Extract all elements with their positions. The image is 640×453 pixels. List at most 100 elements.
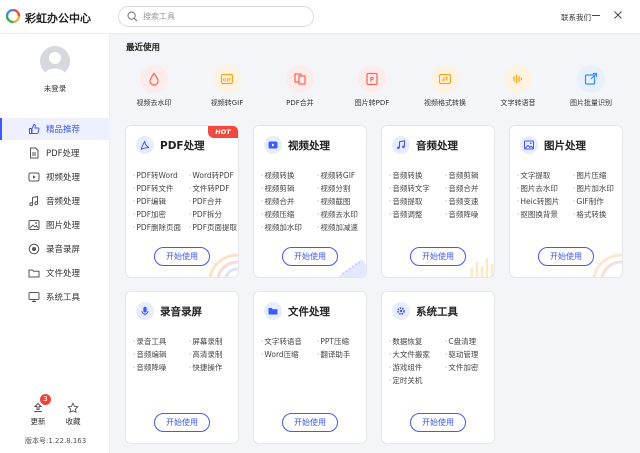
feature-item[interactable]: 视频分割 [317,183,366,194]
close-icon[interactable] [612,9,624,21]
feature-item[interactable]: 驱动管理 [445,349,494,360]
feature-item[interactable]: 视频加水印 [261,222,317,233]
feature-item[interactable]: 音频转文字 [389,183,445,194]
feature-item[interactable]: C盘清理 [445,336,494,347]
feature-item[interactable]: 视频转换 [261,170,317,181]
recent-item[interactable]: GIF 视频转GIF [189,65,265,108]
feature-item[interactable]: 视频合并 [261,196,317,207]
start-button[interactable]: 开始使用 [282,413,338,432]
feature-item[interactable]: PDF加密 [133,209,189,220]
pdf-icon [30,147,39,159]
feature-item[interactable]: PPT压缩 [317,336,366,347]
feature-item[interactable]: PDF拆分 [189,209,238,220]
feature-item[interactable]: PDF转文件 [133,183,189,194]
card-audio[interactable]: 音频处理 音频转换 音频剪辑 音频转文字 音频合并 音频提取 音频变速 音频调整… [381,125,495,278]
recent-item[interactable]: P 图片转PDF [334,65,410,108]
feature-item[interactable]: 视频去水印 [317,209,366,220]
feature-item[interactable]: 定时关机 [389,375,445,386]
feature-item[interactable]: 音频调整 [389,209,445,220]
feature-item[interactable]: 视频压缩 [261,209,317,220]
card-image[interactable]: 图片处理 文字提取 图片压缩 图片去水印 图片加水印 Heic转图片 GIF制作… [509,125,623,278]
favorite-label: 收藏 [65,417,81,426]
gif-icon: GIF [220,73,234,85]
feature-item[interactable]: 文件转PDF [189,183,238,194]
favorite-button[interactable]: 收藏 [58,402,88,427]
update-button[interactable]: 3 更新 [23,394,53,427]
sidebar-item-file[interactable]: 文件处理 [0,262,110,284]
login-status[interactable]: 未登录 [0,83,110,94]
card-video[interactable]: 视频处理 视频转换 视频转GIF 视频剪辑 视频分割 视频合并 视频截图 视频压… [253,125,367,278]
feature-item[interactable]: 数据恢复 [389,336,445,347]
feature-item[interactable]: 翻译助手 [317,349,366,360]
feature-item[interactable]: 文件加密 [445,362,494,373]
feature-item[interactable]: 音频编辑 [133,349,189,360]
feature-item[interactable]: 音频剪辑 [445,170,494,181]
sidebar-item-system[interactable]: 系统工具 [0,286,110,308]
minimize-icon[interactable] [590,9,602,21]
sidebar-item-pdf[interactable]: PDF处理 [0,142,110,164]
card-title: 音频处理 [416,140,458,152]
card-record[interactable]: 录音录屏 录音工具 屏幕录制 音频编辑 高清录制 音频降噪 快捷操作 开始使用 [125,291,239,444]
feature-item[interactable]: Word压缩 [261,349,317,360]
recent-item[interactable]: 视频格式转换 [407,65,483,108]
search-box[interactable] [118,6,314,27]
feature-item[interactable]: 大文件搬家 [389,349,445,360]
feature-item[interactable]: 图片压缩 [573,170,622,181]
feature-item[interactable]: 快捷操作 [189,362,238,373]
feature-item[interactable]: 音频变速 [445,196,494,207]
avatar[interactable] [40,46,70,76]
sidebar-item-record[interactable]: 录音录屏 [0,238,110,260]
recent-item[interactable]: 视频去水印 [116,65,192,108]
feature-item[interactable]: 格式转换 [573,209,622,220]
feature-item[interactable]: 抠图换背景 [517,209,573,220]
recent-item[interactable]: 文字转语音 [480,65,556,108]
sidebar-item-image[interactable]: 图片处理 [0,214,110,236]
feature-item[interactable]: GIF制作 [573,196,622,207]
sidebar-item-label: 精品推荐 [46,125,81,135]
feature-item[interactable]: 音频合并 [445,183,494,194]
sidebar-item-video[interactable]: 视频处理 [0,166,110,188]
feature-item[interactable]: PDF页面提取 [189,222,238,233]
feature-item[interactable]: PDF转Word [133,170,189,181]
music-icon [397,140,406,150]
card-title: 视频处理 [288,140,330,152]
feature-item[interactable]: 图片加水印 [573,183,622,194]
feature-item[interactable]: 音频降噪 [445,209,494,220]
feature-item[interactable]: 游戏组件 [389,362,445,373]
feature-item[interactable]: 图片去水印 [517,183,573,194]
recent-item-label: 视频去水印 [136,99,172,107]
sidebar-item-recommended[interactable]: 精品推荐 [0,118,110,140]
feature-item[interactable]: PDF编辑 [133,196,189,207]
feature-item[interactable]: PDF合并 [189,196,238,207]
feature-item[interactable]: PDF删除页面 [133,222,189,233]
feature-item[interactable]: 高清录制 [189,349,238,360]
feature-item[interactable]: 录音工具 [133,336,189,347]
feature-item[interactable]: 屏幕录制 [189,336,238,347]
feature-item[interactable]: Heic转图片 [517,196,573,207]
feature-item[interactable]: 视频剪辑 [261,183,317,194]
contact-link[interactable]: 联系我们 [561,12,591,23]
start-button[interactable]: 开始使用 [154,413,210,432]
card-title: 录音录屏 [160,306,202,318]
update-badge: 3 [40,394,51,405]
start-button[interactable]: 开始使用 [410,413,466,432]
recent-item[interactable]: 图片批量识别 [553,65,629,108]
start-button[interactable]: 开始使用 [282,247,338,266]
search-input[interactable] [143,10,303,23]
card-file[interactable]: 文件处理 文字转语音 PPT压缩 Word压缩 翻译助手 开始使用 [253,291,367,444]
feature-item[interactable]: Word转PDF [189,170,238,181]
image-icon [524,140,534,150]
start-button[interactable]: 开始使用 [410,247,466,266]
feature-item[interactable]: 视频加减速 [317,222,366,233]
recent-item[interactable]: PDF合并 [262,65,338,108]
feature-item[interactable]: 音频提取 [389,196,445,207]
feature-item[interactable]: 视频转GIF [317,170,366,181]
card-system[interactable]: 系统工具 数据恢复 C盘清理 大文件搬家 驱动管理 游戏组件 文件加密 定时关机… [381,291,495,444]
sidebar-item-audio[interactable]: 音频处理 [0,190,110,212]
feature-item[interactable]: 音频降噪 [133,362,189,373]
feature-item[interactable]: 文字转语音 [261,336,317,347]
feature-item[interactable]: 文字提取 [517,170,573,181]
feature-item[interactable]: 视频截图 [317,196,366,207]
feature-item[interactable]: 音频转换 [389,170,445,181]
card-pdf[interactable]: HOT PDF处理 PDF转Word Word转PDF PDF转文件 文件转PD… [125,125,239,278]
